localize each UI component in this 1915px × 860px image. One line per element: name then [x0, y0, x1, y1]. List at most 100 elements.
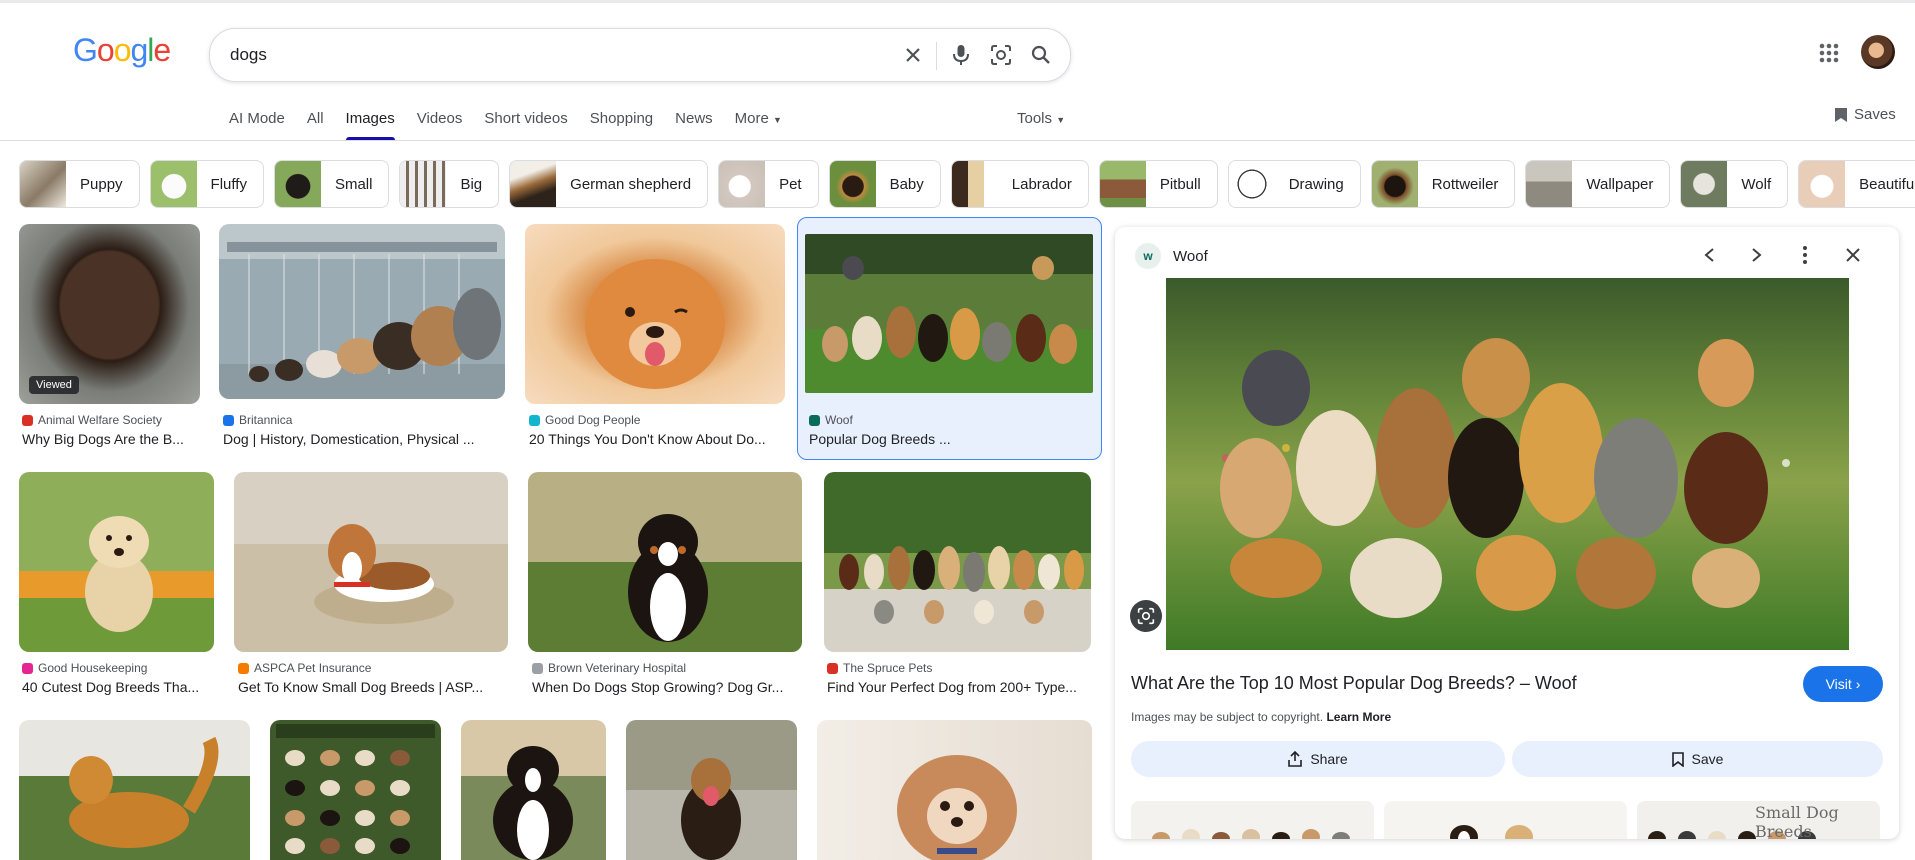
chip-fluffy[interactable]: Fluffy	[149, 160, 264, 208]
source-name: Good Housekeeping	[38, 661, 148, 675]
result-source[interactable]: Brown Veterinary Hospital	[532, 661, 686, 675]
result-source[interactable]: Woof	[809, 413, 853, 427]
tab-ai-mode[interactable]: AI Mode	[229, 110, 285, 140]
result-image[interactable]	[19, 720, 250, 860]
tab-news[interactable]: News	[675, 110, 713, 140]
site-favicon	[532, 662, 543, 674]
learn-more-link[interactable]: Learn More	[1326, 710, 1391, 724]
result-title[interactable]: When Do Dogs Stop Growing? Dog Gr...	[532, 679, 802, 695]
result-image[interactable]	[817, 720, 1092, 860]
result-image[interactable]	[528, 472, 802, 652]
result-source[interactable]: The Spruce Pets	[827, 661, 932, 675]
result-title[interactable]: 20 Things You Don't Know About Do...	[529, 431, 781, 447]
chip-baby[interactable]: Baby	[828, 160, 941, 208]
visit-button[interactable]: Visit ›	[1803, 666, 1883, 702]
result-title[interactable]: 40 Cutest Dog Breeds Tha...	[22, 679, 214, 695]
microphone-icon[interactable]	[948, 42, 974, 68]
lens-icon[interactable]	[988, 42, 1014, 68]
share-icon	[1288, 751, 1303, 767]
tab-videos[interactable]: Videos	[417, 110, 463, 140]
result-image[interactable]	[525, 224, 785, 404]
golden-puppy	[85, 516, 153, 632]
chip-thumbnail	[719, 161, 766, 207]
next-icon[interactable]	[1743, 241, 1771, 269]
tab-all[interactable]: All	[307, 110, 324, 140]
tab-more[interactable]: More ▼	[735, 110, 782, 140]
result-source[interactable]: Animal Welfare Society	[22, 413, 162, 427]
result-title[interactable]: Why Big Dogs Are the B...	[22, 431, 200, 447]
panel-header: w Woof	[1135, 243, 1208, 269]
result-image[interactable]	[805, 234, 1093, 393]
chip-small[interactable]: Small	[273, 160, 390, 208]
result-image[interactable]	[626, 720, 797, 860]
previous-icon[interactable]	[1695, 241, 1723, 269]
german-shepherd	[681, 758, 741, 860]
search-box[interactable]: dogs	[209, 28, 1071, 82]
image-detail-panel: w Woof What Are the Top 10 Most Popular …	[1115, 227, 1899, 839]
tab-more-label: More	[734, 110, 769, 127]
chip-wallpaper[interactable]: Wallpaper	[1525, 160, 1671, 208]
related-image[interactable]: Small Dog Breeds	[1637, 801, 1880, 839]
chip-labrador[interactable]: Labrador	[950, 160, 1089, 208]
related-image[interactable]	[1131, 801, 1374, 839]
clear-icon[interactable]	[900, 42, 926, 68]
result-title[interactable]: Popular Dog Breeds ...	[809, 431, 1093, 447]
result-source[interactable]: Britannica	[223, 413, 292, 427]
save-label: Save	[1691, 751, 1724, 767]
result-image[interactable]	[270, 720, 441, 860]
avatar[interactable]	[1861, 35, 1895, 69]
save-button[interactable]: Save	[1512, 741, 1883, 777]
google-logo[interactable]: Google	[73, 32, 171, 69]
result-title[interactable]: Dog | History, Domestication, Physical .…	[223, 431, 505, 447]
result-source[interactable]: Good Dog People	[529, 413, 640, 427]
saves-label: Saves	[1854, 106, 1896, 123]
chip-thumbnail	[1371, 161, 1418, 207]
chip-german-shepherd[interactable]: German shepherd	[509, 160, 709, 208]
result-image[interactable]: Viewed	[19, 224, 200, 404]
chip-beautiful[interactable]: Beautiful	[1798, 160, 1915, 208]
tab-images[interactable]: Images	[345, 110, 395, 140]
related-image[interactable]	[1384, 801, 1627, 839]
search-icon[interactable]	[1028, 42, 1054, 68]
more-options-icon[interactable]	[1791, 241, 1819, 269]
chip-pet[interactable]: Pet	[718, 160, 819, 208]
result-source[interactable]: Good Housekeeping	[22, 661, 147, 675]
saves-button[interactable]: Saves	[1834, 106, 1896, 123]
tab-short-videos[interactable]: Short videos	[484, 110, 567, 140]
result-image[interactable]	[219, 224, 505, 399]
chip-pitbull[interactable]: Pitbull	[1098, 160, 1218, 208]
chip-rottweiler[interactable]: Rottweiler	[1370, 160, 1516, 208]
panel-image-title[interactable]: What Are the Top 10 Most Popular Dog Bre…	[1131, 673, 1577, 694]
chip-puppy[interactable]: Puppy	[19, 160, 140, 208]
related-caption: Small Dog Breeds	[1755, 803, 1839, 839]
close-icon[interactable]	[1839, 241, 1867, 269]
tab-shopping[interactable]: Shopping	[590, 110, 653, 140]
result-image[interactable]	[824, 472, 1091, 652]
result-image[interactable]	[461, 720, 606, 860]
golden-retriever	[69, 736, 219, 848]
result-title[interactable]: Get To Know Small Dog Breeds | ASP...	[238, 679, 508, 695]
result-image[interactable]	[19, 472, 214, 652]
search-tabs: AI Mode All Images Videos Short videos S…	[229, 110, 804, 140]
chip-drawing[interactable]: Drawing	[1227, 160, 1361, 208]
site-favicon	[223, 414, 234, 426]
panel-site-name[interactable]: Woof	[1173, 248, 1208, 265]
chip-label: German shepherd	[570, 175, 692, 193]
copyright-text: Images may be subject to copyright.	[1131, 710, 1324, 724]
viewed-badge: Viewed	[29, 376, 79, 394]
cavapoo	[897, 755, 1017, 860]
chip-label: Pet	[779, 175, 802, 193]
source-name: The Spruce Pets	[843, 661, 933, 675]
result-source[interactable]: ASPCA Pet Insurance	[238, 661, 371, 675]
result-image[interactable]	[234, 472, 508, 652]
preview-image[interactable]	[1166, 278, 1849, 650]
chip-big[interactable]: Big	[399, 160, 500, 208]
chip-wolf[interactable]: Wolf	[1680, 160, 1789, 208]
tools-button[interactable]: Tools ▼	[1017, 110, 1065, 127]
chip-thumbnail	[1681, 161, 1728, 207]
apps-grid-icon[interactable]	[1818, 42, 1842, 66]
visual-search-icon[interactable]	[1130, 600, 1162, 632]
result-title[interactable]: Find Your Perfect Dog from 200+ Type...	[827, 679, 1091, 695]
search-input[interactable]: dogs	[230, 45, 267, 65]
share-button[interactable]: Share	[1131, 741, 1505, 777]
